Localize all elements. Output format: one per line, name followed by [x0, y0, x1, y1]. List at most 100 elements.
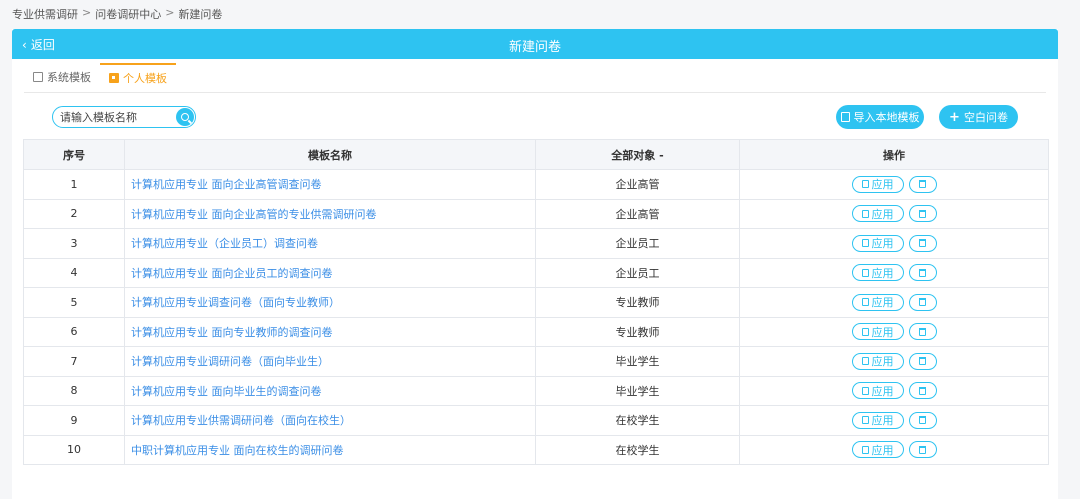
- row-number: 9: [23, 405, 125, 436]
- search-icon: [181, 113, 189, 121]
- row-number: 6: [23, 316, 125, 347]
- apply-label: 应用: [871, 384, 894, 398]
- tab-personal-templates[interactable]: 个人模板: [100, 63, 176, 91]
- target-audience: 企业员工: [535, 257, 740, 288]
- target-audience: 在校学生: [535, 405, 740, 436]
- target-audience: 企业员工: [535, 228, 740, 259]
- trash-icon: [919, 445, 926, 454]
- target-audience: 企业高管: [535, 169, 740, 200]
- apply-icon: [861, 357, 869, 366]
- apply-button[interactable]: 应用: [851, 382, 904, 400]
- blank-label: 空白问卷: [963, 111, 1008, 124]
- page-title: 新建问卷: [508, 40, 561, 55]
- tab-system-templates[interactable]: 系统模板: [24, 63, 100, 91]
- apply-button[interactable]: 应用: [851, 441, 904, 459]
- apply-button[interactable]: 应用: [851, 323, 904, 341]
- template-name-link[interactable]: 计算机应用专业调研问卷（面向毕业生）: [124, 346, 536, 377]
- template-tabs: 系统模板 个人模板: [24, 63, 176, 91]
- template-name-link[interactable]: 计算机应用专业供需调研问卷（面向在校生）: [124, 405, 536, 436]
- apply-label: 应用: [871, 266, 894, 280]
- apply-icon: [861, 180, 869, 189]
- delete-button[interactable]: [908, 323, 937, 341]
- table-row: 1 计算机应用专业 面向企业高管调查问卷 企业高管 应用: [23, 169, 1049, 200]
- delete-button[interactable]: [908, 441, 937, 459]
- main-panel: ‹ 返回 新建问卷 系统模板 个人模板 导入本地模板 + 空白问卷: [12, 29, 1058, 499]
- template-name-link[interactable]: 计算机应用专业调查问卷（面向专业教师）: [124, 287, 536, 318]
- import-icon: [840, 112, 850, 122]
- delete-button[interactable]: [908, 264, 937, 282]
- row-number: 4: [23, 257, 125, 288]
- template-name-link[interactable]: 计算机应用专业 面向企业员工的调查问卷: [124, 257, 536, 288]
- apply-label: 应用: [871, 414, 894, 428]
- column-header-name: 模板名称: [124, 139, 536, 170]
- row-number: 5: [23, 287, 125, 318]
- apply-icon: [861, 386, 869, 395]
- tab-label: 个人模板: [123, 72, 167, 85]
- row-number: 2: [23, 198, 125, 229]
- apply-button[interactable]: 应用: [851, 205, 904, 223]
- apply-label: 应用: [871, 355, 894, 369]
- tab-label: 系统模板: [47, 71, 91, 84]
- breadcrumb-separator: >: [82, 6, 92, 19]
- search-input[interactable]: [60, 110, 172, 124]
- breadcrumb: 专业供需调研 > 问卷调研中心 > 新建问卷: [12, 6, 222, 22]
- apply-label: 应用: [871, 443, 894, 457]
- breadcrumb-item[interactable]: 问卷调研中心: [95, 6, 161, 22]
- table-row: 6 计算机应用专业 面向专业教师的调查问卷 专业教师 应用: [23, 316, 1049, 347]
- template-name-link[interactable]: 计算机应用专业（企业员工）调查问卷: [124, 228, 536, 259]
- table-row: 8 计算机应用专业 面向毕业生的调查问卷 毕业学生 应用: [23, 375, 1049, 406]
- apply-button[interactable]: 应用: [851, 175, 904, 193]
- trash-icon: [919, 209, 926, 218]
- template-name-link[interactable]: 中职计算机应用专业 面向在校生的调研问卷: [124, 434, 536, 465]
- column-header-no: 序号: [23, 139, 125, 170]
- table-row: 10 中职计算机应用专业 面向在校生的调研问卷 在校学生 应用: [23, 434, 1049, 465]
- delete-button[interactable]: [908, 234, 937, 252]
- delete-button[interactable]: [908, 352, 937, 370]
- search-button[interactable]: [176, 108, 194, 126]
- table-header-row: 序号 模板名称 全部对象 - 操作: [23, 139, 1049, 170]
- breadcrumb-item: 新建问卷: [178, 8, 223, 21]
- trash-icon: [919, 416, 926, 425]
- table-row: 5 计算机应用专业调查问卷（面向专业教师） 专业教师 应用: [23, 287, 1049, 318]
- apply-icon: [861, 416, 869, 425]
- row-number: 7: [23, 346, 125, 377]
- delete-button[interactable]: [908, 382, 937, 400]
- apply-label: 应用: [871, 178, 894, 192]
- apply-label: 应用: [871, 325, 894, 339]
- blank-questionnaire-button[interactable]: + 空白问卷: [939, 105, 1018, 129]
- row-number: 3: [23, 228, 125, 259]
- delete-button[interactable]: [908, 175, 937, 193]
- row-actions: 应用: [739, 434, 1049, 465]
- apply-button[interactable]: 应用: [851, 411, 904, 429]
- breadcrumb-item[interactable]: 专业供需调研: [12, 6, 78, 22]
- row-actions: 应用: [739, 198, 1049, 229]
- delete-button[interactable]: [908, 205, 937, 223]
- template-name-link[interactable]: 计算机应用专业 面向企业高管的专业供需调研问卷: [124, 198, 536, 229]
- table-row: 7 计算机应用专业调研问卷（面向毕业生） 毕业学生 应用: [23, 346, 1049, 377]
- apply-icon: [861, 327, 869, 336]
- column-header-actions: 操作: [739, 139, 1049, 170]
- apply-label: 应用: [871, 296, 894, 310]
- delete-button[interactable]: [908, 293, 937, 311]
- apply-icon: [861, 268, 869, 277]
- row-actions: 应用: [739, 316, 1049, 347]
- delete-button[interactable]: [908, 411, 937, 429]
- search-box: [52, 106, 196, 128]
- row-number: 1: [23, 169, 125, 200]
- apply-button[interactable]: 应用: [851, 352, 904, 370]
- template-name-link[interactable]: 计算机应用专业 面向专业教师的调查问卷: [124, 316, 536, 347]
- apply-icon: [861, 239, 869, 248]
- import-local-template-button[interactable]: 导入本地模板: [836, 105, 924, 129]
- apply-button[interactable]: 应用: [851, 293, 904, 311]
- apply-button[interactable]: 应用: [851, 264, 904, 282]
- trash-icon: [919, 239, 926, 248]
- plus-icon: +: [949, 109, 960, 125]
- import-label: 导入本地模板: [853, 111, 920, 124]
- apply-button[interactable]: 应用: [851, 234, 904, 252]
- row-actions: 应用: [739, 169, 1049, 200]
- template-name-link[interactable]: 计算机应用专业 面向企业高管调查问卷: [124, 169, 536, 200]
- row-actions: 应用: [739, 346, 1049, 377]
- column-header-target-filter[interactable]: 全部对象 -: [535, 139, 740, 170]
- template-name-link[interactable]: 计算机应用专业 面向毕业生的调查问卷: [124, 375, 536, 406]
- template-icon: [109, 73, 119, 83]
